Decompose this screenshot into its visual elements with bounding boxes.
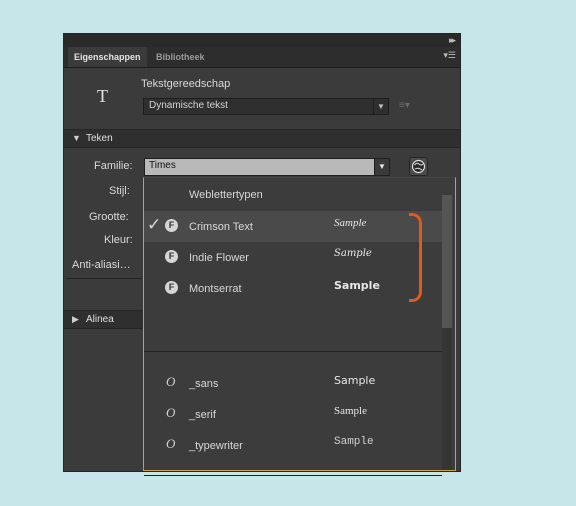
font-option-indie-flower[interactable]: F Indie Flower Sample: [144, 242, 442, 273]
section-teken[interactable]: ▼ Teken: [64, 129, 460, 148]
font-name: Crimson Text: [189, 221, 253, 233]
section-alinea[interactable]: ▶ Alinea: [64, 310, 144, 329]
properties-panel: ▸▸ Eigenschappen Bibliotheek ▾☰ T Tekstg…: [64, 34, 460, 476]
text-orientation-icon[interactable]: ≡▾: [399, 98, 433, 113]
font-name: _serif: [189, 409, 216, 421]
font-family-dropdown: Weblettertypen ✓ F Crimson Text Sample F…: [143, 177, 456, 476]
family-label: Familie:: [94, 160, 133, 172]
style-label: Stijl:: [109, 185, 130, 197]
panel-tabs: Eigenschappen Bibliotheek ▾☰: [64, 47, 460, 68]
section-teken-label: Teken: [86, 133, 113, 144]
tab-bibliotheek[interactable]: Bibliotheek: [150, 47, 211, 67]
device-font-icon: O: [166, 374, 176, 389]
collapsed-triangle-icon: ▶: [72, 314, 79, 324]
expanded-triangle-icon: ▼: [72, 133, 81, 143]
font-sample: Sample: [334, 217, 367, 229]
web-font-icon: F: [165, 219, 178, 232]
font-option-serif[interactable]: O _serif Sample: [144, 399, 442, 430]
text-type-value: Dynamische tekst: [149, 100, 228, 111]
highlight-bracket: [409, 213, 422, 302]
web-font-icon: F: [165, 281, 178, 294]
chevron-down-icon[interactable]: ▼: [373, 99, 388, 114]
font-name: Indie Flower: [189, 252, 249, 264]
divider: [66, 278, 142, 279]
font-name: Montserrat: [189, 283, 242, 295]
font-sample: Sample: [334, 279, 380, 292]
font-option-sans[interactable]: O _sans Sample: [144, 368, 442, 399]
collapse-panel-icon[interactable]: ▸▸: [449, 35, 456, 46]
device-font-icon: O: [166, 405, 176, 420]
text-type-select[interactable]: Dynamische tekst ▼: [143, 98, 389, 115]
text-tool-icon: T: [97, 86, 108, 106]
section-alinea-label: Alinea: [86, 314, 114, 325]
font-sample: Sample: [334, 248, 372, 259]
web-font-icon: F: [165, 250, 178, 263]
device-font-icon: O: [166, 436, 176, 451]
size-label: Grootte:: [89, 211, 129, 223]
font-family-value: Times: [149, 160, 176, 171]
panel-top-strip: ▸▸: [64, 34, 460, 47]
font-name: _typewriter: [189, 440, 243, 452]
tool-title: Tekstgereedschap: [141, 78, 231, 90]
font-option-crimson-text[interactable]: ✓ F Crimson Text Sample: [144, 211, 442, 242]
font-sample: Sample: [334, 436, 374, 448]
checkmark-icon: ✓: [147, 215, 162, 234]
anti-alias-label: Anti-aliasi…: [72, 259, 131, 271]
font-family-input[interactable]: Times ▼: [144, 158, 390, 176]
dropdown-scrollbar-thumb[interactable]: [442, 195, 452, 328]
tab-eigenschappen[interactable]: Eigenschappen: [68, 47, 147, 67]
color-label: Kleur:: [104, 234, 133, 246]
font-name: _sans: [189, 378, 219, 390]
web-fonts-header: Weblettertypen: [189, 189, 263, 201]
font-option-typewriter[interactable]: O _typewriter Sample: [144, 430, 442, 461]
font-option-montserrat[interactable]: F Montserrat Sample: [144, 273, 442, 304]
font-family-dropdown-icon[interactable]: ▼: [374, 159, 389, 175]
globe-icon[interactable]: [409, 157, 428, 176]
separator: [144, 475, 442, 476]
font-sample: Sample: [334, 374, 376, 387]
panel-menu-icon[interactable]: ▾☰: [443, 50, 456, 61]
font-sample: Sample: [334, 405, 367, 417]
separator: [144, 351, 442, 352]
